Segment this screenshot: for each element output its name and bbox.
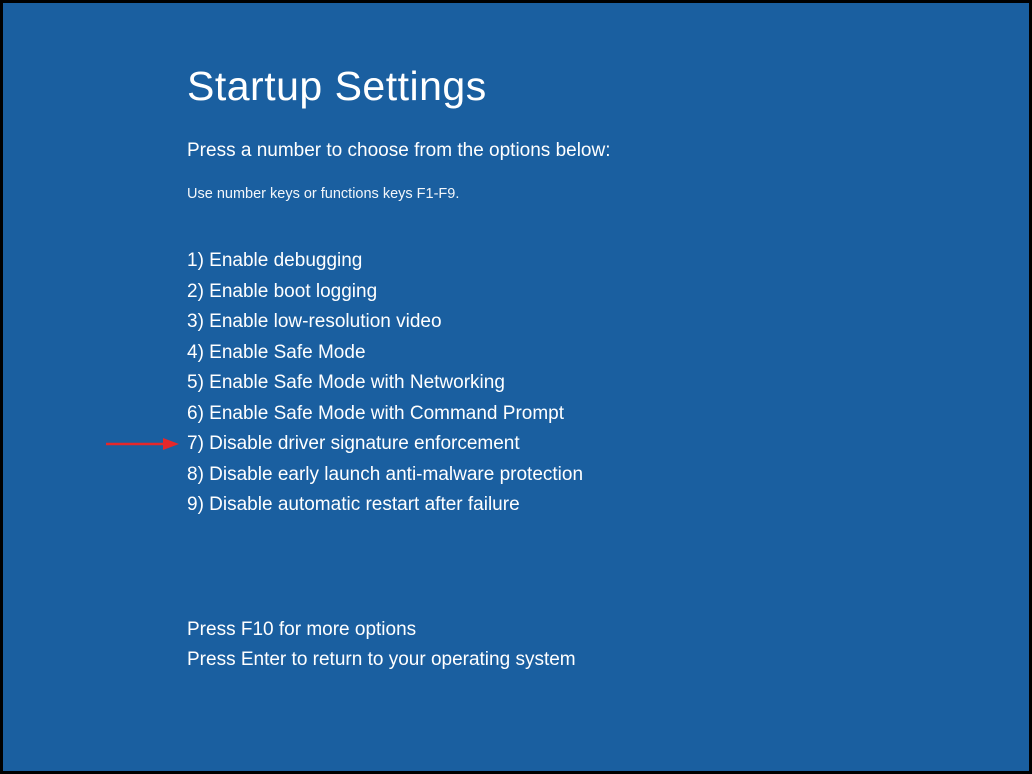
option-2[interactable]: 2) Enable boot logging	[187, 277, 1029, 308]
option-9[interactable]: 9) Disable automatic restart after failu…	[187, 490, 1029, 521]
footer-line-1: Press Enter to return to your operating …	[187, 645, 1029, 676]
option-1[interactable]: 1) Enable debugging	[187, 246, 1029, 277]
options-list: 1) Enable debugging2) Enable boot loggin…	[187, 246, 1029, 521]
startup-settings-screen: Startup Settings Press a number to choos…	[3, 3, 1029, 771]
page-title: Startup Settings	[187, 63, 1029, 110]
option-6[interactable]: 6) Enable Safe Mode with Command Prompt	[187, 399, 1029, 430]
hint-text: Use number keys or functions keys F1-F9.	[187, 186, 1029, 202]
option-5[interactable]: 5) Enable Safe Mode with Networking	[187, 368, 1029, 399]
footer-line-0: Press F10 for more options	[187, 615, 1029, 646]
arrow-icon	[105, 437, 179, 451]
option-8[interactable]: 8) Disable early launch anti-malware pro…	[187, 460, 1029, 491]
option-7[interactable]: 7) Disable driver signature enforcement	[187, 429, 1029, 460]
option-3[interactable]: 3) Enable low-resolution video	[187, 307, 1029, 338]
instruction-text: Press a number to choose from the option…	[187, 140, 1029, 162]
footer-section: Press F10 for more optionsPress Enter to…	[187, 615, 1029, 676]
option-4[interactable]: 4) Enable Safe Mode	[187, 338, 1029, 369]
